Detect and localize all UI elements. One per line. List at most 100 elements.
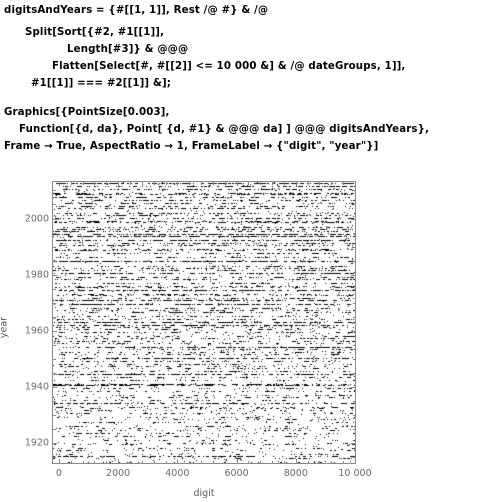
major-x-tick [118,459,120,463]
minor-x-tick [224,182,226,185]
major-x-tick [58,182,60,186]
minor-y-tick [53,359,56,361]
minor-y-tick [352,429,355,431]
x-tick-label: 0 [55,468,62,479]
minor-x-tick [319,460,321,463]
minor-x-tick [165,460,167,463]
minor-x-tick [307,182,309,185]
minor-x-tick [283,460,285,463]
y-tick-label: 1960 [24,325,49,337]
code-line: Graphics[{PointSize[0.003], [4,107,170,118]
minor-x-tick [212,460,214,463]
minor-y-tick [352,359,355,361]
code-line: Split[Sort[{#2, #1[[1]], [25,27,165,38]
minor-y-tick [352,373,355,375]
major-y-tick [351,218,355,220]
major-x-tick [118,182,120,186]
minor-y-tick [352,190,355,192]
minor-y-tick [53,373,56,375]
minor-y-tick [53,204,56,206]
major-y-tick [53,387,57,389]
minor-y-tick [53,316,56,318]
minor-x-tick [165,182,167,185]
x-tick-label: 10 000 [338,468,372,479]
plot-frame [52,181,356,464]
major-y-tick [351,387,355,389]
major-y-tick [351,443,355,445]
minor-x-tick [129,460,131,463]
major-x-tick [236,459,238,463]
minor-x-tick [319,182,321,185]
minor-y-tick [53,190,56,192]
minor-x-tick [153,182,155,185]
minor-y-tick [352,260,355,262]
minor-x-tick [307,460,309,463]
x-tick-label: 4000 [165,468,190,479]
minor-x-tick [260,182,262,185]
code-line: digitsAndYears = {#[[1, 1]], Rest /@ #} … [4,5,269,16]
minor-x-tick [106,182,108,185]
minor-y-tick [352,204,355,206]
minor-x-tick [70,182,72,185]
code-line: Frame → True, AspectRatio → 1, FrameLabe… [4,141,379,152]
minor-x-tick [189,182,191,185]
minor-x-tick [248,460,250,463]
scatter-plot-canvas [53,182,355,463]
minor-x-tick [94,182,96,185]
minor-x-tick [331,460,333,463]
minor-x-tick [212,182,214,185]
notebook-code-block: digitsAndYears = {#[[1, 1]], Rest /@ #} … [0,0,501,160]
x-axis-label: digit [193,488,215,499]
minor-y-tick [53,260,56,262]
minor-y-tick [352,232,355,234]
y-tick-label: 1940 [24,381,49,393]
graphics-output: 0 2000 4000 6000 8000 10 000 2000 1980 1960 1940 1… [0,160,501,502]
minor-x-tick [272,460,274,463]
major-y-tick [53,330,57,332]
minor-y-tick [53,246,56,248]
minor-x-tick [343,460,345,463]
minor-x-tick [248,182,250,185]
minor-x-tick [260,460,262,463]
x-tick-label: 6000 [224,468,249,479]
minor-y-tick [53,344,56,346]
major-y-tick [53,274,57,276]
y-tick-label: 1920 [24,437,49,449]
minor-y-tick [352,246,355,248]
minor-x-tick [94,460,96,463]
major-x-tick [177,459,179,463]
minor-y-tick [352,302,355,304]
minor-y-tick [352,288,355,290]
major-y-tick [53,218,57,220]
major-x-tick [355,182,356,186]
major-y-tick [53,443,57,445]
major-x-tick [295,459,297,463]
minor-x-tick [141,460,143,463]
minor-y-tick [53,415,56,417]
minor-y-tick [53,457,56,459]
major-y-tick [351,330,355,332]
minor-x-tick [70,460,72,463]
minor-x-tick [283,182,285,185]
x-tick-label: 8000 [283,468,308,479]
major-x-tick [58,459,60,463]
minor-x-tick [82,182,84,185]
minor-x-tick [189,460,191,463]
minor-x-tick [153,460,155,463]
major-x-tick [177,182,179,186]
major-x-tick [355,459,356,463]
minor-y-tick [352,457,355,459]
minor-x-tick [129,182,131,185]
minor-y-tick [53,302,56,304]
minor-y-tick [352,415,355,417]
minor-y-tick [352,316,355,318]
minor-x-tick [106,460,108,463]
x-tick-label: 2000 [106,468,131,479]
minor-x-tick [82,460,84,463]
major-x-tick [236,182,238,186]
code-line: Flatten[Select[#, #[[2]] <= 10 000 &] & … [52,61,406,72]
y-axis-label: year [0,316,10,339]
minor-y-tick [352,344,355,346]
y-tick-label: 1980 [24,269,49,281]
major-x-tick [295,182,297,186]
